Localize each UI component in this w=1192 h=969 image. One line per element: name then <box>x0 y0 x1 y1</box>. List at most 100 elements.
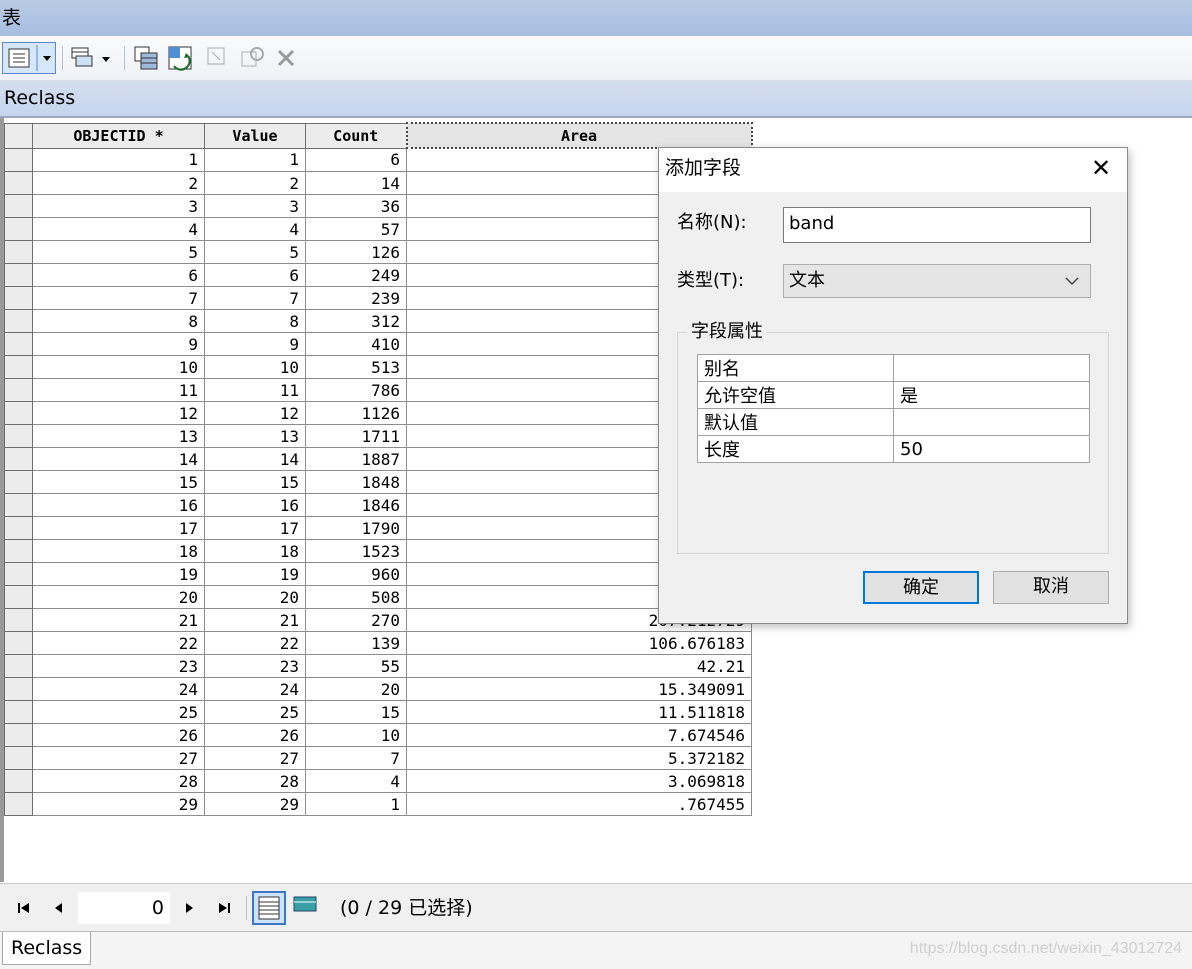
row-selector[interactable] <box>4 147 33 172</box>
table-row[interactable]: 2121270207.212729 <box>4 608 752 632</box>
cell-value[interactable]: 3 <box>204 194 306 218</box>
cell-count[interactable]: 508 <box>305 585 407 609</box>
row-selector[interactable] <box>4 332 33 356</box>
cell-value[interactable]: 18 <box>204 539 306 563</box>
cell-objectid[interactable]: 12 <box>32 401 205 425</box>
column-header-count[interactable]: Count <box>305 122 407 149</box>
cell-value[interactable]: 13 <box>204 424 306 448</box>
row-selector[interactable] <box>4 171 33 195</box>
cell-area[interactable]: 106.676183 <box>406 631 752 655</box>
cell-value[interactable]: 2 <box>204 171 306 195</box>
cell-count[interactable]: 513 <box>305 355 407 379</box>
cell-count[interactable]: 249 <box>305 263 407 287</box>
row-selector[interactable] <box>4 631 33 655</box>
table-row[interactable]: 1515184814 <box>4 470 752 494</box>
cell-objectid[interactable]: 10 <box>32 355 205 379</box>
cell-objectid[interactable]: 2 <box>32 171 205 195</box>
show-selected-records-button[interactable] <box>290 891 324 925</box>
cell-value[interactable]: 29 <box>204 792 306 816</box>
table-row[interactable]: 10105133 <box>4 355 752 379</box>
cell-area[interactable]: 7.674546 <box>406 723 752 747</box>
table-row[interactable]: 22 22 139 106.676183 <box>4 631 752 655</box>
row-selector[interactable] <box>4 240 33 264</box>
table-row[interactable]: 20205083 <box>4 585 752 609</box>
field-name-input[interactable]: band <box>783 207 1091 243</box>
cell-value[interactable]: 15 <box>204 470 306 494</box>
cell-objectid[interactable]: 8 <box>32 309 205 333</box>
row-selector[interactable] <box>4 309 33 333</box>
cell-objectid[interactable]: 18 <box>32 539 205 563</box>
row-selector[interactable] <box>4 677 33 701</box>
table-row[interactable]: 29 29 1.767455 <box>4 792 752 816</box>
switch-selection-button[interactable] <box>166 44 194 72</box>
cell-objectid[interactable]: 14 <box>32 447 205 471</box>
cell-objectid[interactable]: 27 <box>32 746 205 770</box>
property-value[interactable] <box>893 408 1090 436</box>
table-row[interactable]: 772391 <box>4 286 752 310</box>
cell-value[interactable]: 28 <box>204 769 306 793</box>
cell-objectid[interactable]: 11 <box>32 378 205 402</box>
row-selector[interactable] <box>4 723 33 747</box>
cell-objectid[interactable]: 26 <box>32 723 205 747</box>
next-record-button[interactable] <box>178 896 202 920</box>
cell-value[interactable]: 9 <box>204 332 306 356</box>
row-selector[interactable] <box>4 516 33 540</box>
tab-reclass[interactable]: Reclass <box>2 932 92 965</box>
cell-value[interactable]: 1 <box>204 147 306 172</box>
cell-value[interactable]: 7 <box>204 286 306 310</box>
cell-count[interactable]: 239 <box>305 286 407 310</box>
cell-objectid[interactable]: 17 <box>32 516 205 540</box>
delete-selected-button[interactable] <box>274 44 300 72</box>
table-row[interactable]: 27 27 7 5.372182 <box>4 746 752 770</box>
row-selector[interactable] <box>4 539 33 563</box>
cell-objectid[interactable]: 13 <box>32 424 205 448</box>
cell-objectid[interactable]: 19 <box>32 562 205 586</box>
cell-count[interactable]: 1790 <box>305 516 407 540</box>
last-record-button[interactable] <box>212 896 236 920</box>
cell-objectid[interactable]: 28 <box>32 769 205 793</box>
table-row[interactable]: 3 3 36 <box>4 194 752 218</box>
cell-count[interactable]: 15 <box>305 700 407 724</box>
cell-count[interactable]: 1887 <box>305 447 407 471</box>
previous-record-button[interactable] <box>46 896 70 920</box>
table-row[interactable]: 11117866 <box>4 378 752 402</box>
cell-objectid[interactable]: 29 <box>32 792 205 816</box>
select-by-attributes-button[interactable] <box>132 44 160 72</box>
cell-count[interactable]: 6 <box>305 147 407 172</box>
cell-objectid[interactable]: 22 <box>32 631 205 655</box>
cell-value[interactable]: 21 <box>204 608 306 632</box>
row-selector[interactable] <box>4 608 33 632</box>
first-record-button[interactable] <box>12 896 36 920</box>
cell-value[interactable]: 10 <box>204 355 306 379</box>
cell-value[interactable]: 11 <box>204 378 306 402</box>
table-row[interactable]: 2 2 14 <box>4 171 752 195</box>
column-header-objectid[interactable]: OBJECTID * <box>32 122 205 149</box>
show-all-records-button[interactable] <box>252 891 286 925</box>
cell-count[interactable]: 1523 <box>305 539 407 563</box>
table-row[interactable]: 883122 <box>4 309 752 333</box>
table-row[interactable]: 28 28 4 3.069818 <box>4 769 752 793</box>
table-row[interactable]: 1818152311 <box>4 539 752 563</box>
close-icon[interactable]: ✕ <box>1087 154 1115 182</box>
cell-objectid[interactable]: 3 <box>32 194 205 218</box>
cell-value[interactable]: 6 <box>204 263 306 287</box>
cell-count[interactable]: 55 <box>305 654 407 678</box>
row-selector[interactable] <box>4 286 33 310</box>
cell-count[interactable]: 20 <box>305 677 407 701</box>
table-options-button[interactable] <box>2 42 56 74</box>
table-row[interactable]: 4 4 57 <box>4 217 752 241</box>
row-selector[interactable] <box>4 355 33 379</box>
cell-objectid[interactable]: 23 <box>32 654 205 678</box>
table-row[interactable]: 994103 <box>4 332 752 356</box>
property-row[interactable]: 别名 <box>697 354 1090 382</box>
cell-objectid[interactable]: 16 <box>32 493 205 517</box>
cell-value[interactable]: 27 <box>204 746 306 770</box>
property-value[interactable]: 是 <box>893 381 1090 409</box>
cell-objectid[interactable]: 7 <box>32 286 205 310</box>
field-type-select[interactable]: 文本 <box>783 264 1091 298</box>
cell-count[interactable]: 10 <box>305 723 407 747</box>
cell-area[interactable]: 5.372182 <box>406 746 752 770</box>
row-selector[interactable] <box>4 378 33 402</box>
row-selector[interactable] <box>4 401 33 425</box>
cell-count[interactable]: 1846 <box>305 493 407 517</box>
